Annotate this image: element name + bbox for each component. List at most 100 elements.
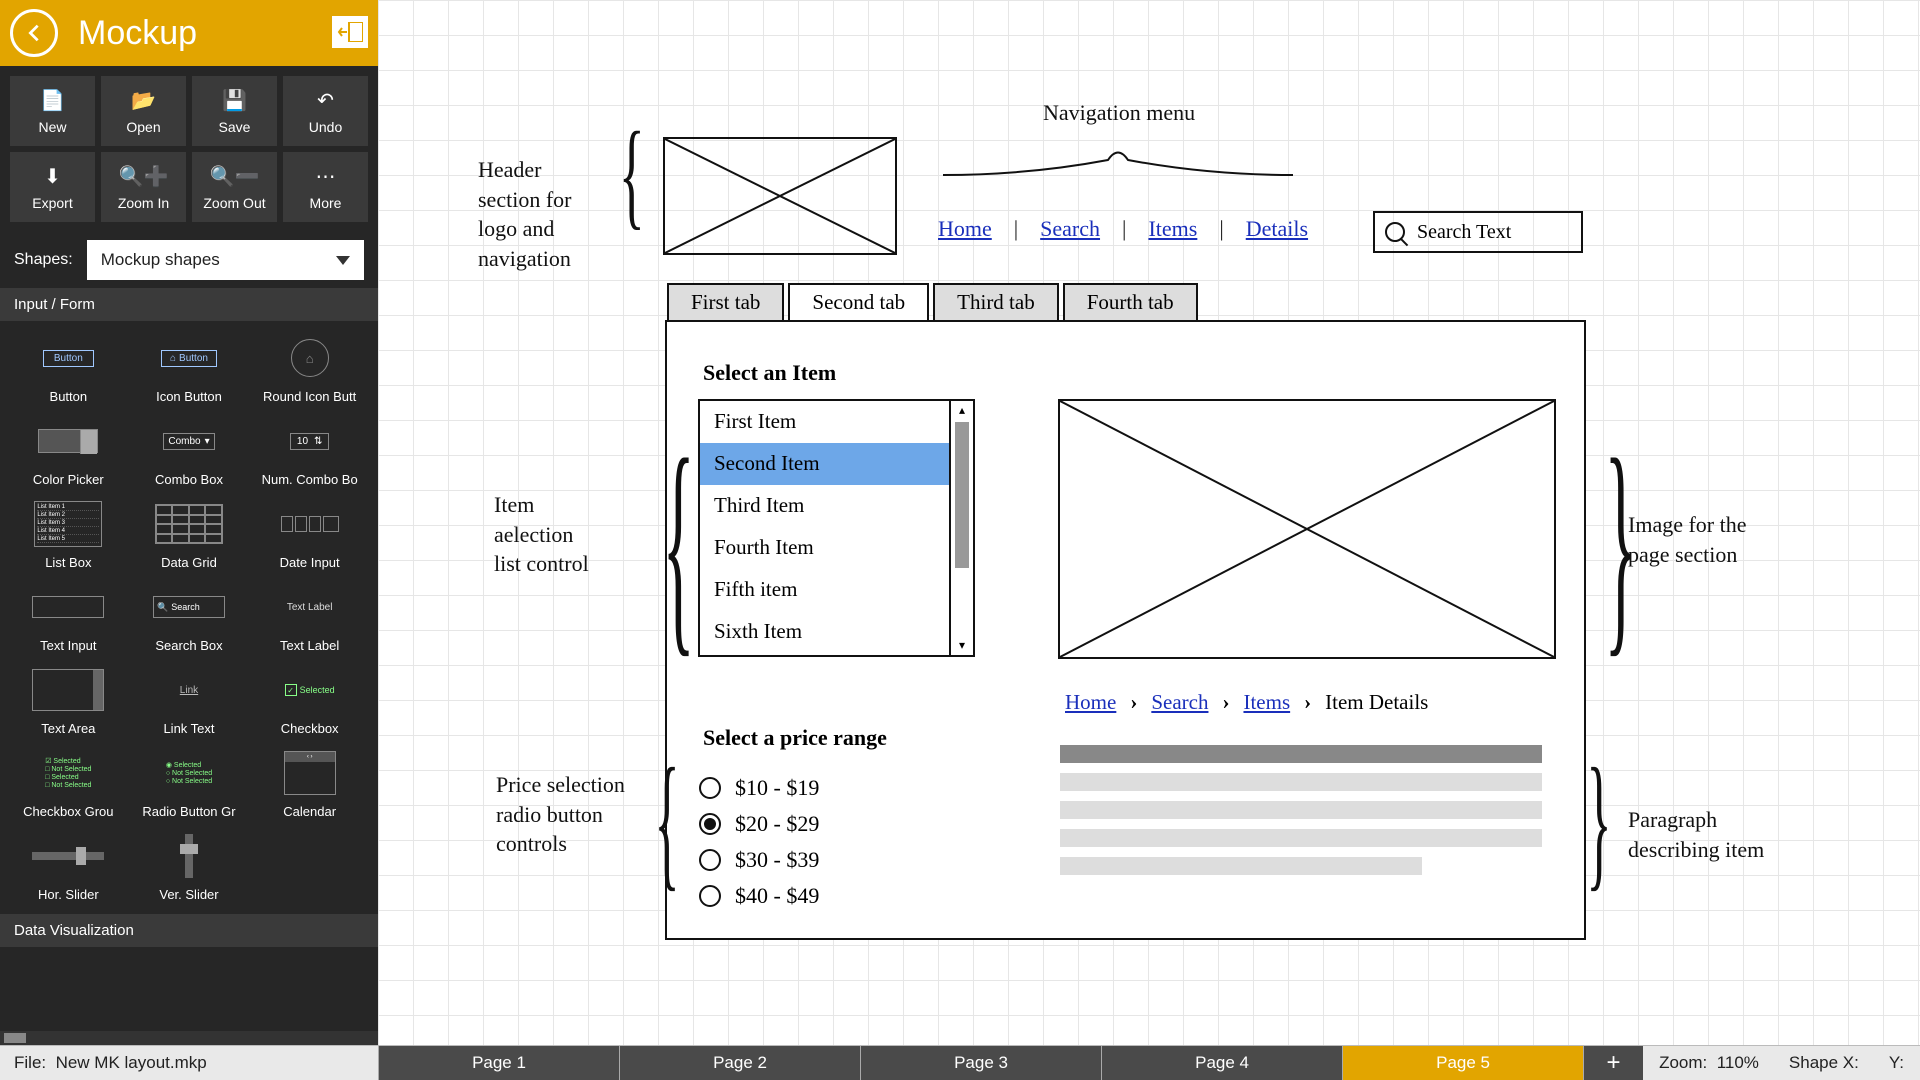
tab-third[interactable]: Third tab [933, 283, 1059, 320]
price-radio-group: $10 - $19 $20 - $29 $30 - $39 $40 - $49 [699, 775, 819, 909]
list-item[interactable]: First Item [700, 401, 949, 443]
shape-ver-slider[interactable]: Ver. Slider [131, 827, 248, 906]
shape-text-area[interactable]: Text Area [10, 661, 127, 740]
shape-x-status: Shape X: [1789, 1053, 1859, 1073]
nav-details[interactable]: Details [1246, 216, 1308, 242]
page-tab-2[interactable]: Page 2 [619, 1046, 860, 1080]
shape-checkbox-group[interactable]: SelectedNot SelectedSelectedNot Selected… [10, 744, 127, 823]
shape-color-picker[interactable]: Color Picker [10, 412, 127, 491]
nav-search[interactable]: Search [1040, 216, 1100, 242]
zoom-status: Zoom: 110% [1659, 1053, 1759, 1073]
tab-fourth[interactable]: Fourth tab [1063, 283, 1198, 320]
shape-calendar[interactable]: ‹ ›Calendar [251, 744, 368, 823]
brace-icon [938, 140, 1298, 180]
shape-combo-box[interactable]: Combo▾Combo Box [131, 412, 248, 491]
zoom-in-button[interactable]: 🔍➕Zoom In [101, 152, 186, 222]
shape-text-label[interactable]: Text LabelText Label [251, 578, 368, 657]
shape-round-icon-button[interactable]: ⌂Round Icon Butt [251, 329, 368, 408]
page-tab-5[interactable]: Page 5 [1342, 1046, 1583, 1080]
shape-list-box[interactable]: List Item 1List Item 2List Item 3List It… [10, 495, 127, 574]
add-page-button[interactable]: + [1583, 1046, 1643, 1080]
tab-second[interactable]: Second tab [788, 283, 929, 320]
shape-link-text[interactable]: LinkLink Text [131, 661, 248, 740]
shape-y-status: Y: [1889, 1053, 1904, 1073]
breadcrumb-items[interactable]: Items [1243, 690, 1290, 715]
back-button[interactable] [10, 9, 58, 57]
image-placeholder[interactable] [1058, 399, 1556, 659]
radio-option[interactable]: $10 - $19 [699, 775, 819, 801]
brace-icon: } [1586, 735, 1611, 907]
open-button[interactable]: 📂Open [101, 76, 186, 146]
logo-placeholder[interactable] [663, 137, 897, 255]
list-item[interactable]: Fourth Item [700, 527, 949, 569]
brace-icon: { [662, 405, 694, 681]
brace-icon: { [654, 735, 679, 907]
save-button[interactable]: 💾Save [192, 76, 277, 146]
price-annotation: Price selection radio button controls [496, 770, 631, 859]
file-icon: 📄 [40, 88, 65, 113]
shape-palette: ButtonButton ⌂ ButtonIcon Button ⌂Round … [0, 321, 378, 914]
paragraph-placeholder [1060, 745, 1542, 875]
collapse-panel-button[interactable] [332, 16, 368, 48]
select-item-title: Select an Item [703, 360, 836, 386]
shape-text-input[interactable]: Text Input [10, 578, 127, 657]
page-tab-3[interactable]: Page 3 [860, 1046, 1101, 1080]
more-button[interactable]: ⋯More [283, 152, 368, 222]
canvas[interactable]: Header section for logo and navigation {… [378, 0, 1920, 1045]
breadcrumb: Home› Search› Items› Item Details [1065, 690, 1428, 715]
page-tab-4[interactable]: Page 4 [1101, 1046, 1342, 1080]
page-tab-1[interactable]: Page 1 [378, 1046, 619, 1080]
shapes-dropdown[interactable]: Mockup shapes [87, 240, 364, 280]
image-annotation: Image for the page section [1628, 510, 1778, 569]
list-item[interactable]: Second Item [700, 443, 949, 485]
radio-option[interactable]: $30 - $39 [699, 847, 819, 873]
app-header: Mockup [0, 0, 378, 66]
header-annotation: Header section for logo and navigation [478, 155, 598, 274]
list-item[interactable]: Fifth item [700, 569, 949, 611]
brace-icon: { [619, 105, 645, 243]
search-icon [1385, 222, 1405, 242]
zoom-in-icon: 🔍➕ [119, 164, 169, 189]
nav-items[interactable]: Items [1148, 216, 1197, 242]
more-icon: ⋯ [316, 164, 336, 189]
listbox-scrollbar[interactable]: ▴▾ [949, 401, 973, 655]
shapes-label: Shapes: [14, 251, 73, 269]
zoom-out-icon: 🔍➖ [210, 164, 260, 189]
undo-button[interactable]: ↶Undo [283, 76, 368, 146]
shape-data-grid[interactable]: Data Grid [131, 495, 248, 574]
search-box[interactable]: Search Text [1373, 211, 1583, 253]
zoom-out-button[interactable]: 🔍➖Zoom Out [192, 152, 277, 222]
item-listbox[interactable]: First Item Second Item Third Item Fourth… [698, 399, 975, 657]
shape-search-box[interactable]: 🔍 SearchSearch Box [131, 578, 248, 657]
shape-hor-slider[interactable]: Hor. Slider [10, 827, 127, 906]
list-annotation: Item aelection list control [494, 490, 599, 579]
tab-first[interactable]: First tab [667, 283, 784, 320]
export-button[interactable]: ⬇Export [10, 152, 95, 222]
list-item[interactable]: Third Item [700, 485, 949, 527]
breadcrumb-search[interactable]: Search [1151, 690, 1208, 715]
radio-option[interactable]: $20 - $29 [699, 811, 819, 837]
section-data-viz: Data Visualization [0, 914, 378, 947]
app-title: Mockup [78, 14, 197, 53]
shape-icon-button[interactable]: ⌂ ButtonIcon Button [131, 329, 248, 408]
tabs: First tab Second tab Third tab Fourth ta… [667, 283, 1198, 320]
bottom-bar: File: New MK layout.mkp Page 1 Page 2 Pa… [0, 1045, 1920, 1080]
shape-date-input[interactable]: Date Input [251, 495, 368, 574]
paragraph-annotation: Paragraph describing item [1628, 805, 1788, 864]
shape-radio-group[interactable]: SelectedNot SelectedNot SelectedRadio Bu… [131, 744, 248, 823]
breadcrumb-home[interactable]: Home [1065, 690, 1116, 715]
navmenu-annotation: Navigation menu [1043, 98, 1195, 128]
new-button[interactable]: 📄New [10, 76, 95, 146]
nav-home[interactable]: Home [938, 216, 992, 242]
export-icon: ⬇ [44, 164, 61, 189]
sidebar-scrollbar[interactable] [0, 1031, 378, 1045]
radio-option[interactable]: $40 - $49 [699, 883, 819, 909]
shape-button[interactable]: ButtonButton [10, 329, 127, 408]
save-icon: 💾 [222, 88, 247, 113]
price-title: Select a price range [703, 725, 887, 751]
list-item[interactable]: Sixth Item [700, 611, 949, 653]
shape-checkbox[interactable]: SelectedCheckbox [251, 661, 368, 740]
chevron-down-icon [336, 256, 350, 265]
shape-num-combo[interactable]: 10⇅Num. Combo Bo [251, 412, 368, 491]
file-info: File: New MK layout.mkp [0, 1046, 378, 1080]
